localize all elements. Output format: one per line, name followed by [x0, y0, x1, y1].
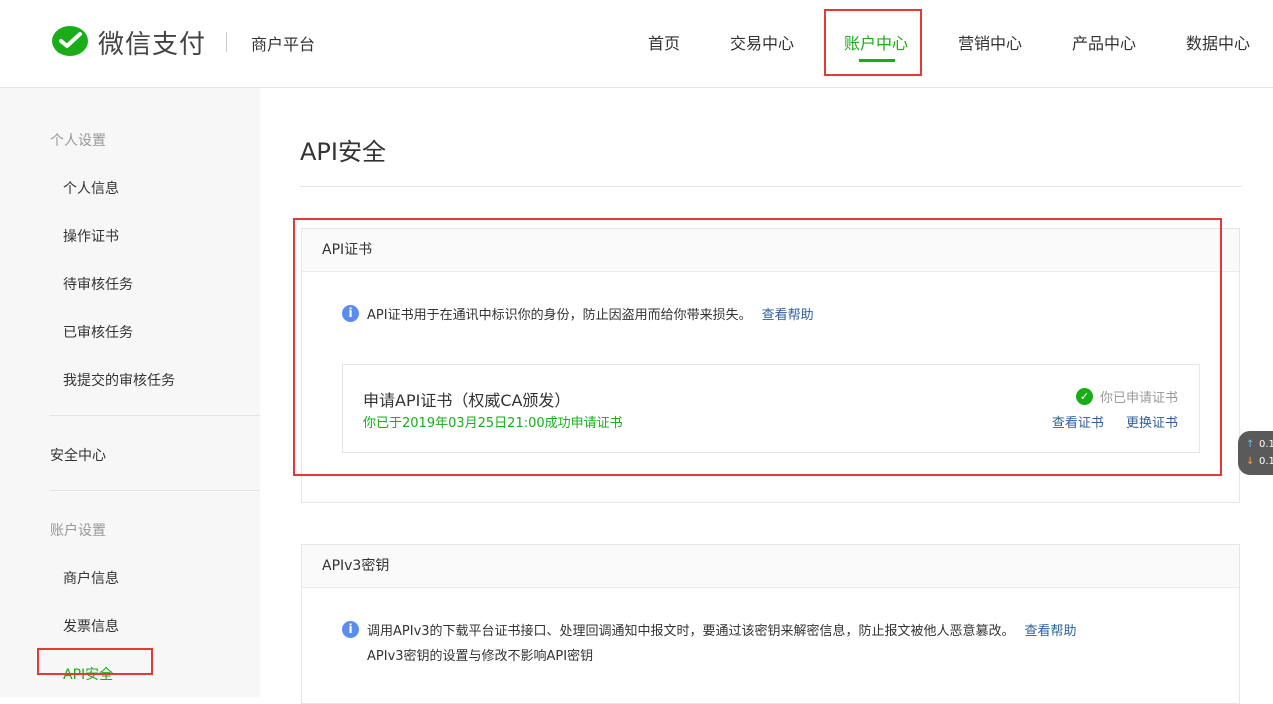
- highlight-box-nav: [824, 9, 922, 76]
- apiv3-info-text: 调用APIv3的下载平台证书接口、处理回调通知中报文时，要通过该密钥来解密信息，…: [367, 624, 1015, 639]
- sidebar-group-account: 账户设置: [50, 523, 106, 539]
- wechat-pay-logo-icon: [52, 26, 88, 56]
- apiv3-info-block: 调用APIv3的下载平台证书接口、处理回调通知中报文时，要通过该密钥来解密信息，…: [367, 620, 1077, 664]
- arrow-up-icon: ↑: [1246, 439, 1255, 450]
- sidebar-divider: [50, 415, 260, 416]
- highlight-box-sidebar: [37, 648, 153, 675]
- brand-name: 微信支付: [98, 29, 207, 60]
- nav-home[interactable]: 首页: [648, 30, 680, 54]
- nav-trade-center[interactable]: 交易中心: [730, 30, 794, 54]
- top-header: 微信支付 商户平台 首页 交易中心 账户中心 营销中心 产品中心 数据中心: [0, 0, 1273, 88]
- arrow-down-icon: ↓: [1246, 456, 1255, 467]
- sidebar-group-personal: 个人设置: [50, 133, 106, 149]
- apiv3-help-link[interactable]: 查看帮助: [1025, 624, 1077, 639]
- nav-marketing-center[interactable]: 营销中心: [958, 30, 1022, 54]
- highlight-box-api-cert: [293, 218, 1222, 476]
- sidebar-divider: [50, 490, 260, 491]
- upload-speed: 0.1: [1259, 439, 1273, 450]
- sidebar-item-submitted-tasks[interactable]: 我提交的审核任务: [63, 370, 175, 390]
- sidebar: [0, 88, 260, 697]
- apiv3-panel-header: APIv3密钥: [302, 545, 1239, 588]
- sidebar-item-merchant-info[interactable]: 商户信息: [63, 568, 119, 588]
- apiv3-info-note: APIv3密钥的设置与修改不影响API密钥: [367, 649, 594, 664]
- brand-divider: [226, 32, 227, 52]
- download-speed: 0.1: [1259, 456, 1273, 467]
- page-title: API安全: [300, 138, 386, 166]
- title-divider: [300, 186, 1242, 187]
- brand-logo[interactable]: 微信支付: [50, 22, 206, 62]
- sidebar-item-security-center[interactable]: 安全中心: [50, 445, 106, 465]
- nav-data-center[interactable]: 数据中心: [1186, 30, 1250, 54]
- nav-product-center[interactable]: 产品中心: [1072, 30, 1136, 54]
- network-speed-widget[interactable]: ↑ 0.1 ↓ 0.1: [1238, 431, 1273, 475]
- platform-name: 商户平台: [251, 35, 316, 54]
- sidebar-item-pending-tasks[interactable]: 待审核任务: [63, 274, 133, 294]
- apiv3-info: i 调用APIv3的下载平台证书接口、处理回调通知中报文时，要通过该密钥来解密信…: [342, 620, 1077, 664]
- sidebar-item-operation-cert[interactable]: 操作证书: [63, 226, 119, 246]
- sidebar-item-personal-info[interactable]: 个人信息: [63, 178, 119, 198]
- sidebar-item-invoice-info[interactable]: 发票信息: [63, 616, 119, 636]
- info-icon: i: [342, 621, 359, 638]
- sidebar-item-reviewed-tasks[interactable]: 已审核任务: [63, 322, 133, 342]
- apiv3-panel: APIv3密钥 i 调用APIv3的下载平台证书接口、处理回调通知中报文时，要通…: [301, 544, 1240, 704]
